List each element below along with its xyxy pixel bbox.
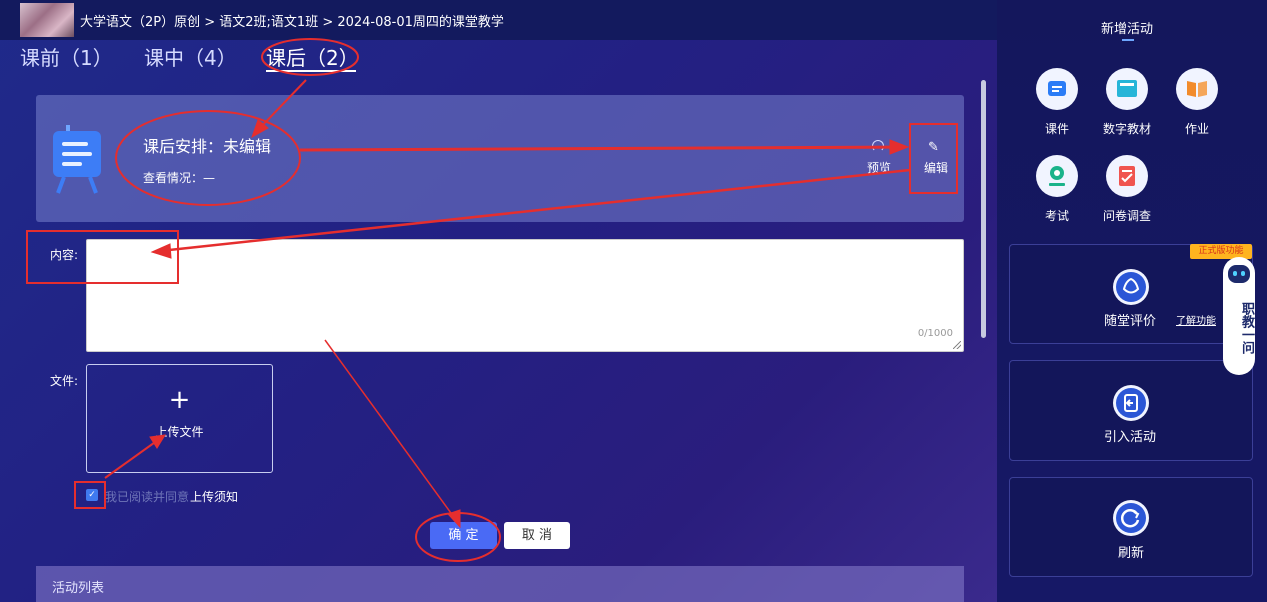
activity-exam[interactable]: 考试: [1022, 155, 1092, 224]
assistant-label: 职教一问: [1239, 302, 1254, 354]
sidebar-title-underline: [1122, 39, 1134, 41]
tab-before-class[interactable]: 课前（1）: [20, 42, 113, 71]
edit-button[interactable]: 编辑: [924, 159, 948, 176]
activity-homework[interactable]: 作业: [1162, 68, 1232, 137]
refresh-icon: [1113, 500, 1149, 536]
learn-more-link[interactable]: 了解功能: [1176, 312, 1216, 327]
cancel-button[interactable]: 取 消: [504, 522, 570, 549]
tab-in-class[interactable]: 课中（4）: [144, 42, 237, 71]
preview-icon[interactable]: [872, 140, 884, 152]
card-title: 课后安排：未编辑: [143, 137, 272, 156]
activity-label: 考试: [1044, 209, 1069, 223]
card-status: 查看情况：—: [143, 171, 216, 185]
scrollbar[interactable]: [981, 80, 986, 338]
homework-book-icon: [1176, 68, 1218, 110]
content-label: 内容:: [50, 248, 79, 262]
activity-label: 问卷调查: [1102, 209, 1151, 223]
digital-textbook-icon: [1106, 68, 1148, 110]
whiteboard-icon: [53, 125, 101, 194]
after-class-card: [36, 95, 964, 222]
upload-notice-link[interactable]: 上传须知: [190, 488, 238, 505]
assistant-widget[interactable]: 职教一问: [1223, 257, 1255, 375]
breadcrumb[interactable]: 大学语文（2P）原创 > 语文2班;语文1班 > 2024-08-01周四的课堂…: [80, 11, 504, 30]
activity-list-label: 活动列表: [52, 581, 105, 596]
confirm-button[interactable]: 确 定: [430, 522, 497, 549]
tab-after-class[interactable]: 课后（2）: [266, 42, 359, 71]
exam-icon: [1036, 155, 1078, 197]
plus-icon: +: [168, 385, 191, 415]
resize-handle[interactable]: [953, 341, 961, 349]
activity-digital-textbook[interactable]: 数字教材: [1092, 68, 1162, 137]
activity-label: 作业: [1184, 122, 1209, 136]
edit-icon[interactable]: ✎: [928, 140, 939, 155]
char-counter: 0/1000: [917, 328, 953, 339]
file-label: 文件:: [50, 374, 79, 388]
upload-label: 上传文件: [155, 425, 204, 439]
import-icon: [1113, 385, 1149, 421]
activity-list-header: [36, 566, 964, 602]
courseware-icon: [1036, 68, 1078, 110]
panel-label: 刷新: [1118, 546, 1145, 561]
upload-file-button[interactable]: + 上传文件: [86, 364, 273, 473]
activity-label: 数字教材: [1102, 122, 1151, 136]
agree-checkbox[interactable]: ✓: [86, 489, 98, 501]
course-thumbnail: [20, 3, 74, 37]
activity-courseware[interactable]: 课件: [1022, 68, 1092, 137]
active-tab-indicator: [266, 70, 356, 72]
sidebar-title: 新增活动: [1101, 22, 1154, 37]
panel-label: 引入活动: [1104, 430, 1157, 445]
agree-text: 我已阅读并同意: [105, 490, 190, 504]
flower-icon: [1113, 269, 1149, 305]
panel-label: 随堂评价: [1104, 314, 1157, 329]
survey-icon: [1106, 155, 1148, 197]
robot-icon: [1228, 265, 1250, 283]
activity-survey[interactable]: 问卷调查: [1092, 155, 1162, 224]
activity-label: 课件: [1044, 122, 1069, 136]
content-textarea[interactable]: 0/1000: [86, 239, 964, 352]
preview-button[interactable]: 预览: [867, 159, 891, 176]
